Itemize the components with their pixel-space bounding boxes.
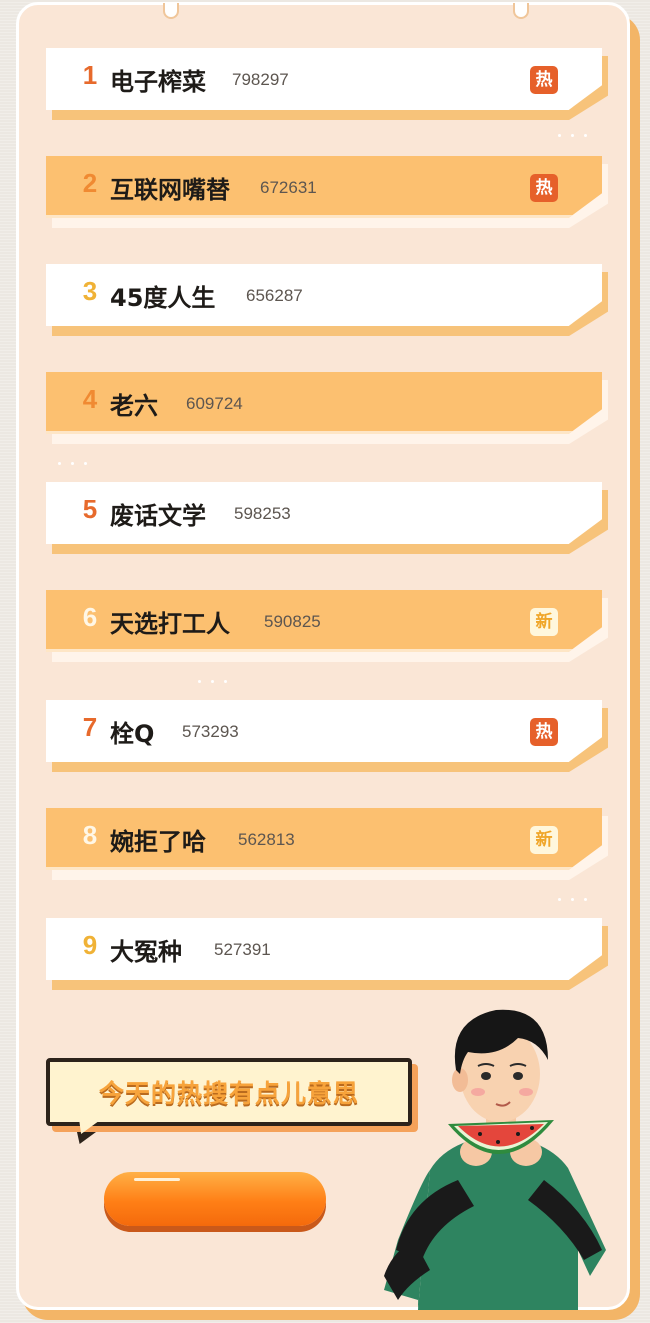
heat-count: 562813	[238, 830, 295, 849]
heat-count: 672631	[260, 178, 317, 197]
decor-dots	[558, 134, 587, 138]
list-item[interactable]: 8 婉拒了哈 562813 新	[46, 808, 608, 880]
cta-button[interactable]	[104, 1172, 326, 1226]
binder-ring-icon	[513, 3, 529, 19]
rank-number: 3	[82, 276, 98, 306]
rank-number: 1	[82, 60, 98, 90]
topic-title: 老六	[110, 392, 158, 420]
list-item[interactable]: 3 45度人生 656287	[46, 264, 608, 336]
topic-title: 电子榨菜	[110, 68, 206, 96]
list-item[interactable]: 5 废话文学 598253	[46, 482, 608, 554]
topic-title: 天选打工人	[110, 610, 230, 638]
new-badge: 新	[530, 826, 558, 854]
new-badge: 新	[530, 608, 558, 636]
decor-dots	[198, 680, 227, 684]
rank-number: 4	[82, 384, 98, 414]
list-item[interactable]: 7 栓Q 573293 热	[46, 700, 608, 772]
heat-count: 527391	[214, 940, 271, 959]
heat-count: 656287	[246, 286, 303, 305]
list-item[interactable]: 1 电子榨菜 798297 热	[46, 48, 608, 120]
hot-badge: 热	[530, 66, 558, 94]
topic-title: 45度人生	[110, 284, 216, 312]
decor-dots	[558, 898, 587, 902]
topic-title: 大冤种	[110, 938, 182, 966]
list-item[interactable]: 2 互联网嘴替 672631 热	[46, 156, 608, 228]
heat-count: 573293	[182, 722, 239, 741]
bubble-text: 今天的热搜有点儿意思	[98, 1079, 359, 1108]
topic-title: 废话文学	[110, 502, 206, 530]
topic-title: 栓Q	[110, 720, 155, 748]
binder-ring-icon	[163, 3, 179, 19]
topic-title: 互联网嘴替	[110, 176, 230, 204]
rank-number: 6	[82, 602, 98, 632]
speech-bubble: 今天的热搜有点儿意思	[46, 1058, 412, 1126]
heat-count: 798297	[232, 70, 289, 89]
rank-number: 8	[82, 820, 98, 850]
list-item[interactable]: 6 天选打工人 590825 新	[46, 590, 608, 662]
rank-number: 7	[82, 712, 98, 742]
hot-badge: 热	[530, 174, 558, 202]
heat-count: 609724	[186, 394, 243, 413]
list-item[interactable]: 4 老六 609724	[46, 372, 608, 444]
heat-count: 598253	[234, 504, 291, 523]
rank-number: 9	[82, 930, 98, 960]
rank-number: 2	[82, 168, 98, 198]
hot-badge: 热	[530, 718, 558, 746]
list-item[interactable]: 9 大冤种 527391	[46, 918, 608, 990]
topic-title: 婉拒了哈	[110, 828, 206, 856]
rank-number: 5	[82, 494, 98, 524]
decor-dots	[58, 462, 87, 466]
person-illustration-icon	[384, 1009, 606, 1310]
heat-count: 590825	[264, 612, 321, 631]
